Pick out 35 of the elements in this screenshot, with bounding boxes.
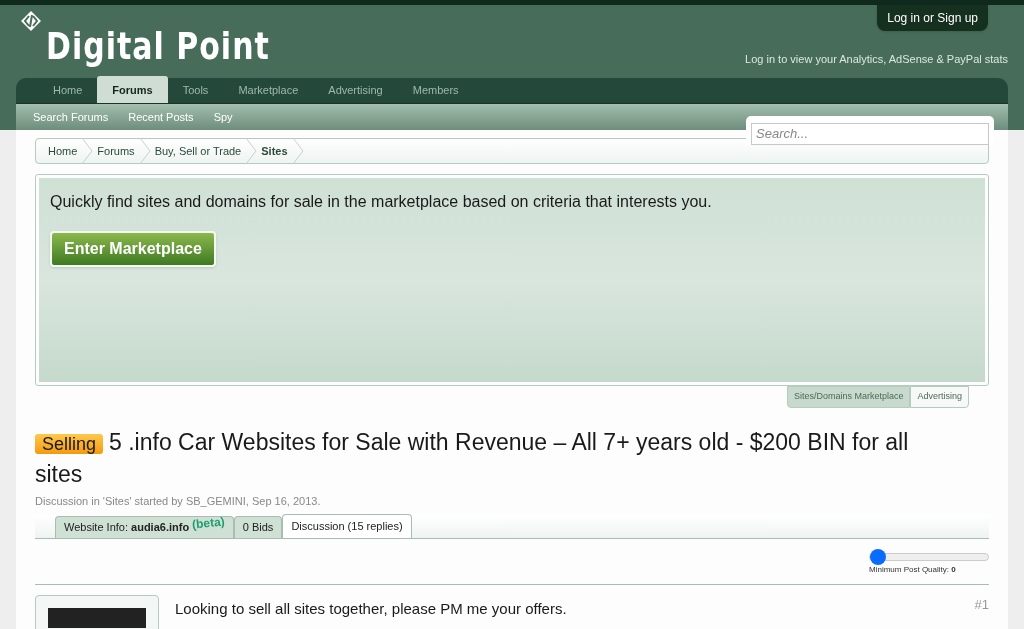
chevron-icon	[81, 138, 94, 164]
promo-tab[interactable]: Sites/Domains Marketplace	[786, 386, 911, 408]
tab-label: Discussion (15 replies)	[291, 519, 403, 535]
enter-marketplace-button[interactable]: Enter Marketplace	[50, 231, 216, 267]
nav-tab[interactable]: Forums	[97, 76, 168, 103]
nav-tab[interactable]: Tools	[167, 77, 224, 103]
slider-label: Minimum Post Quality: 0	[869, 564, 957, 576]
chevron-icon	[138, 138, 151, 164]
breadcrumb-link[interactable]: Buy, Sell or Trade	[154, 142, 242, 160]
post-text: Looking to sell all sites together, please PM me your offers.	[175, 599, 568, 619]
tab-label: Website Info: audia6.info	[64, 520, 190, 536]
selling-prefix-tag: Selling	[35, 433, 104, 454]
nav-tab[interactable]: Home	[38, 77, 98, 103]
promo-text: Quickly find sites and domains for sale in the marketplace based on criteria that interests you.	[50, 192, 713, 212]
tab-label: 0 Bids	[242, 520, 274, 536]
thread-meta: Discussion in 'Sites' started by SB_GEMINI, Sep 16, 2013.	[35, 493, 322, 509]
chevron-icon	[291, 138, 304, 164]
login-button[interactable]: Log in or Sign up	[877, 5, 988, 31]
promo-tab[interactable]: Advertising	[910, 386, 969, 408]
thread-tab[interactable]: 0 Bids	[233, 516, 283, 538]
thread-title: Selling 5 .info Car Websites for Sale with Revenue – All 7+ years old - $200 BIN for all sites	[35, 427, 910, 489]
breadcrumb-link[interactable]: Sites	[261, 142, 288, 160]
nav-tab[interactable]: Marketplace	[223, 77, 314, 103]
thread-tab[interactable]: Discussion (15 replies)	[282, 514, 412, 538]
chevron-icon	[245, 138, 258, 164]
site-logo[interactable]: Digital Point	[46, 28, 270, 66]
nav-tab[interactable]: Advertising	[313, 77, 398, 103]
nav-tab[interactable]: Members	[397, 77, 474, 103]
slider-thumb[interactable]	[870, 549, 886, 565]
search-field[interactable]: Search...	[751, 122, 989, 145]
stats-note: Log in to view your Analytics, AdSense & PayPal stats	[745, 52, 1008, 67]
breadcrumb-link[interactable]: Forums	[97, 142, 135, 160]
logo-diamond-icon	[20, 10, 42, 32]
thread-tab[interactable]: Website Info: audia6.info (beta)	[55, 516, 234, 538]
breadcrumb-link[interactable]: Home	[48, 142, 78, 160]
